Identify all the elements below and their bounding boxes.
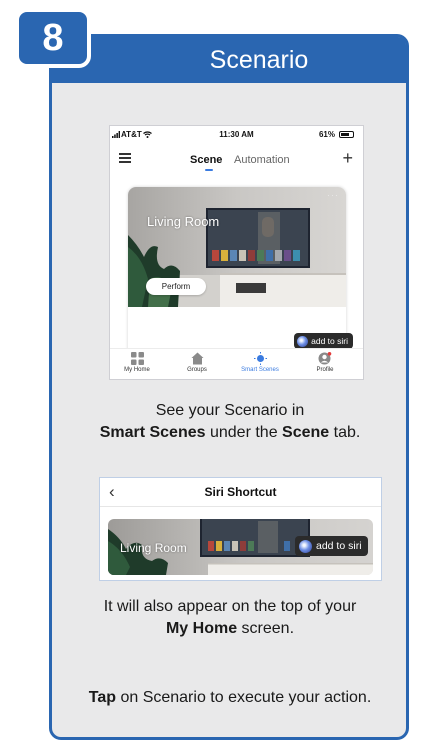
scene-banner-living-room[interactable]: Living Room add to siri — [108, 519, 373, 575]
step-number-badge: 8 — [15, 8, 91, 68]
nav-groups[interactable]: Groups — [172, 352, 222, 373]
caption-text: under the — [205, 424, 283, 441]
caption-text: screen. — [237, 620, 295, 637]
add-to-siri-button[interactable]: add to siri — [294, 333, 353, 349]
card-header: Scenario — [52, 37, 406, 83]
tap-emphasis: Tap — [88, 689, 116, 706]
siri-icon — [297, 335, 309, 347]
caption-text: tab. — [329, 424, 361, 441]
battery-percent: 61% — [318, 130, 335, 139]
caption-tap-instruction: Tap on Scenario to execute your action. — [50, 687, 410, 709]
sun-icon — [253, 352, 267, 365]
status-bar: AT&T 11:30 AM 61% — [110, 126, 363, 144]
divider — [100, 506, 381, 507]
caption-text: on Scenario to execute your action. — [116, 689, 372, 706]
nav-label: Groups — [187, 367, 207, 373]
smart-scenes-emphasis: Smart Scenes — [99, 424, 206, 441]
nav-profile[interactable]: Profile — [300, 352, 350, 373]
siri-shortcut-title: Siri Shortcut — [204, 485, 277, 499]
caption-my-home: It will also appear on the top of your M… — [50, 596, 410, 640]
nav-label: Smart Scenes — [241, 367, 279, 373]
caption-line: My Home screen. — [50, 618, 410, 640]
more-options-icon[interactable]: ··· — [327, 190, 339, 200]
nav-smart-scenes[interactable]: Smart Scenes — [235, 352, 285, 373]
add-to-siri-label: add to siri — [311, 336, 348, 346]
caption-line: Smart Scenes under the Scene tab. — [50, 422, 410, 444]
active-tab-indicator — [205, 169, 213, 171]
profile-icon — [318, 352, 332, 365]
nav-my-home[interactable]: My Home — [112, 352, 162, 373]
add-to-siri-button[interactable]: add to siri — [295, 536, 368, 556]
nav-label: My Home — [124, 367, 150, 373]
scene-card-living-room[interactable]: Living Room ··· Perform — [128, 187, 346, 356]
add-to-siri-label: add to siri — [316, 540, 362, 552]
card-title: Scenario — [209, 46, 309, 74]
caption-line: Tap on Scenario to execute your action. — [50, 687, 410, 709]
add-icon[interactable]: + — [342, 149, 353, 167]
perform-button[interactable]: Perform — [146, 278, 206, 295]
house-icon — [191, 352, 203, 365]
my-home-emphasis: My Home — [165, 620, 238, 637]
caption-line: See your Scenario in — [155, 402, 305, 419]
tab-automation[interactable]: Automation — [234, 154, 290, 166]
siri-shortcut-screenshot: ‹ Siri Shortcut Living Room add to siri — [99, 477, 382, 581]
app-top-bar: Scene Automation + — [110, 146, 363, 172]
siri-icon — [299, 539, 312, 553]
room-name-label: Living Room — [120, 541, 187, 555]
grid-icon — [130, 352, 144, 365]
nav-label: Profile — [316, 367, 334, 373]
bottom-navigation: My Home Groups Smart Scenes Profile — [110, 348, 363, 379]
caption-scene-location: See your Scenario in Smart Scenes under … — [50, 400, 410, 444]
caption-line: It will also appear on the top of your — [103, 598, 357, 615]
scene-tab-screenshot: AT&T 11:30 AM 61% Scene Automation + Liv… — [109, 125, 364, 380]
room-name-label: Living Room — [147, 214, 220, 229]
scene-emphasis: Scene — [282, 424, 330, 441]
tab-scene[interactable]: Scene — [190, 154, 222, 166]
battery-icon — [339, 131, 354, 138]
hamburger-menu-icon[interactable] — [119, 153, 131, 163]
